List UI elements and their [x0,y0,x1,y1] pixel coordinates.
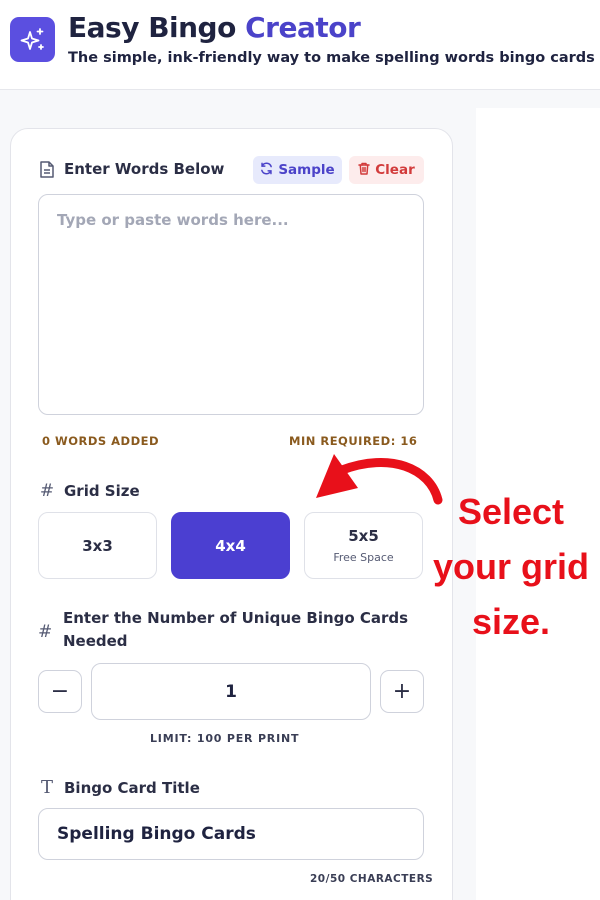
document-icon [38,160,56,178]
type-icon: T [40,777,53,798]
callout-line: Select [457,491,565,532]
card-count-input[interactable] [91,663,371,720]
words-section-label: Enter Words Below [38,160,224,178]
callout-line: your grid [432,546,589,587]
grid-size-section-label: # Grid Size [38,481,140,501]
sample-button[interactable]: Sample [253,156,342,184]
refresh-icon [260,162,273,179]
grid-option-label: 5x5 [348,527,379,545]
clear-button[interactable]: Clear [349,156,424,184]
grid-option-sublabel: Free Space [333,551,394,564]
sample-label: Sample [278,162,335,178]
increment-button[interactable]: + [380,670,424,713]
hash-icon: # [38,622,53,642]
title-label: Bingo Card Title [64,778,200,797]
decrement-button[interactable]: − [38,670,82,713]
minus-icon: − [50,679,70,704]
title-section-label: T Bingo Card Title [38,777,200,798]
trash-icon [358,162,371,179]
words-input[interactable] [38,194,424,415]
bingo-title-input[interactable] [38,808,424,860]
grid-option-5x5[interactable]: 5x5 Free Space [304,512,423,579]
app-subtitle: The simple, ink-friendly way to make spe… [68,50,595,66]
sparkles-icon [10,17,55,62]
app-title-accent: Creator [245,11,361,44]
hash-icon: # [39,481,55,501]
callout-line: size. [471,601,551,642]
words-added-count: 0 WORDS ADDED [42,434,160,448]
grid-option-4x4[interactable]: 4x4 [171,512,290,579]
app-title: Easy Bingo Creator [68,11,361,44]
grid-option-3x3[interactable]: 3x3 [38,512,157,579]
grid-size-label: Grid Size [64,482,140,500]
plus-icon: + [392,679,412,704]
cards-label: Enter the Number of Unique Bingo Cards N… [63,609,409,650]
grid-option-label: 4x4 [215,536,246,555]
app-title-main: Easy Bingo [68,11,236,44]
callout-text: Select your grid size. [422,484,600,649]
clear-label: Clear [375,162,415,178]
title-char-count: 20/50 CHARACTERS [310,873,434,885]
card-limit-note: LIMIT: 100 PER PRINT [150,732,300,745]
words-label: Enter Words Below [64,160,225,178]
app-header: Easy Bingo Creator The simple, ink-frien… [0,0,600,90]
grid-option-label: 3x3 [82,536,113,555]
